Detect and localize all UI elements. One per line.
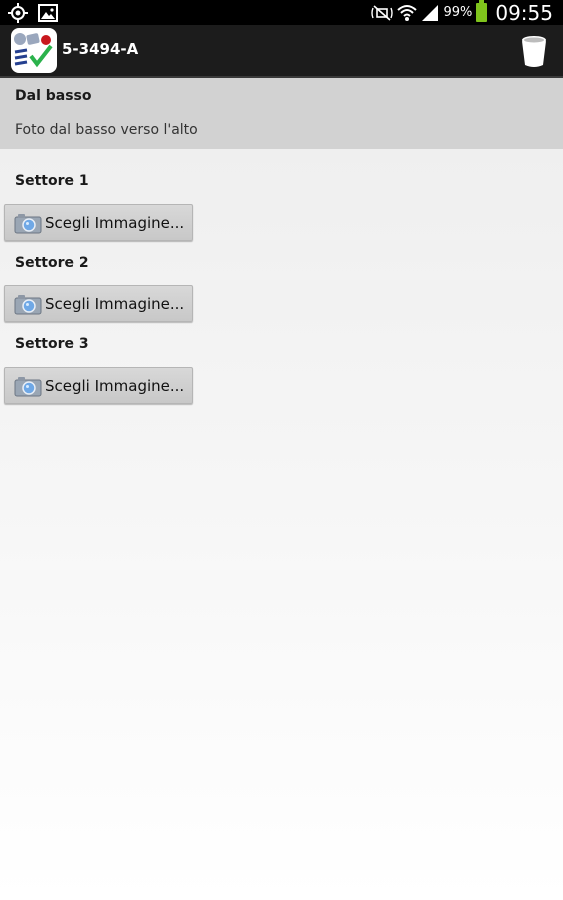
choose-image-label: Scegli Immagine... xyxy=(45,294,185,313)
camera-icon xyxy=(14,294,42,314)
choose-image-label: Scegli Immagine... xyxy=(45,376,185,395)
choose-image-button-2[interactable]: Scegli Immagine... xyxy=(4,285,193,322)
choose-image-label: Scegli Immagine... xyxy=(45,213,185,232)
battery-percent: 99% xyxy=(443,5,473,20)
sector-label: Settore 1 xyxy=(15,173,89,189)
location-icon xyxy=(8,3,28,23)
clock: 09:55 xyxy=(495,0,553,25)
sector-label: Settore 3 xyxy=(15,336,89,352)
status-left-icons xyxy=(8,3,58,23)
header-subtitle: Foto dal basso verso l'alto xyxy=(15,122,198,138)
camera-icon xyxy=(14,376,42,396)
header-panel: Dal basso Foto dal basso verso l'alto xyxy=(0,78,563,149)
choose-image-button-3[interactable]: Scegli Immagine... xyxy=(4,367,193,404)
sector-label: Settore 2 xyxy=(15,255,89,271)
choose-image-button-1[interactable]: Scegli Immagine... xyxy=(4,204,193,241)
screen: 99% 09:55 5-3494-A Dal basso Foto dal ba… xyxy=(0,0,563,900)
header-title: Dal basso xyxy=(15,88,92,104)
trash-button[interactable] xyxy=(519,34,549,68)
app-logo-icon[interactable] xyxy=(11,28,57,73)
status-bar: 99% 09:55 xyxy=(0,0,563,25)
action-bar: 5-3494-A xyxy=(0,25,563,78)
wifi-icon xyxy=(397,4,418,21)
signal-icon xyxy=(422,4,439,21)
image-notification-icon xyxy=(38,4,58,22)
camera-icon xyxy=(14,213,42,233)
mute-icon xyxy=(371,4,394,21)
battery-icon xyxy=(476,0,488,22)
trash-icon xyxy=(522,36,546,67)
status-right-icons: 99% 09:55 xyxy=(371,0,553,25)
app-title: 5-3494-A xyxy=(62,40,139,58)
